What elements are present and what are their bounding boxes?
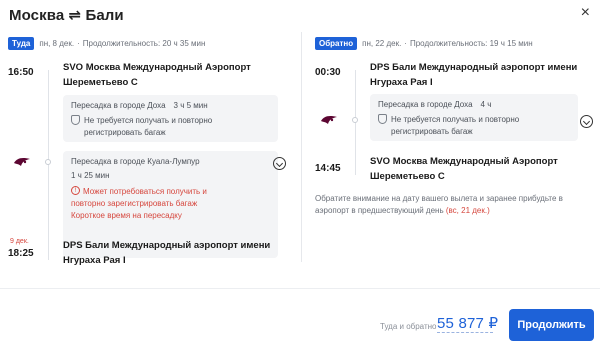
qatar-airways-logo-icon: [321, 116, 337, 124]
arrival-date-note: 9 дек.: [10, 238, 29, 245]
baggage-warning-line1: Может потребоваться получить и: [83, 187, 207, 196]
baggage-info-row2: регистрировать багаж: [71, 127, 270, 139]
return-depart-time: 00:30: [315, 67, 341, 78]
return-baggage-info-row: Не требуется получать и повторно: [378, 114, 570, 126]
shield-icon: [71, 115, 80, 125]
route-title: Москва ⇌ Бали: [9, 7, 124, 24]
return-baggage-info-row2: регистрировать багаж: [378, 126, 570, 138]
transfer-kl-duration-row: 1 ч 25 мин: [71, 170, 270, 182]
outbound-pane: Туда пн, 8 дек. · Продолжительность: 20 …: [0, 30, 301, 266]
outbound-arrive-time: 18:25: [8, 248, 34, 259]
separator-dot: ·: [77, 38, 80, 48]
expand-chevron-icon[interactable]: [580, 115, 593, 128]
qatar-airways-logo-icon: [14, 158, 30, 166]
return-arrive-airport-line2: Шереметьево С: [370, 171, 445, 182]
return-duration: Продолжительность: 19 ч 15 мин: [409, 38, 533, 48]
return-depart-airport: DPS Бали Международный аэропорт имени Нг…: [370, 60, 577, 90]
short-transfer-row: Короткое время на пересадку: [71, 210, 270, 222]
outbound-arrive-airport-line2: Нгураха Рая I: [63, 255, 126, 266]
outbound-date: пн, 8 дек.: [39, 38, 75, 48]
outbound-depart-time: 16:50: [8, 67, 34, 78]
return-transfer-doha-duration: 4 ч: [480, 100, 492, 109]
departure-date-notice: Обратите внимание на дату вашего вылета …: [315, 193, 563, 217]
separator-dot: ·: [404, 38, 407, 48]
outbound-arrive-airport: DPS Бали Международный аэропорт имени Нг…: [63, 238, 270, 268]
transfer-kl-title-row: Пересадка в городе Куала-Лумпур: [71, 156, 270, 168]
notice-line2-wrap: аэропорт в предшествующий день (вс, 21 д…: [315, 205, 563, 217]
transfer-doha-box: Пересадка в городе Доха 3 ч 5 мин Не тре…: [63, 95, 278, 142]
price-label: Туда и обратно: [380, 322, 437, 331]
baggage-warning-row2: повторно зарегистрировать багаж: [71, 198, 270, 210]
return-arrive-time: 14:45: [315, 163, 341, 174]
outbound-badge: Туда: [8, 36, 35, 50]
return-badge: Обратно: [315, 36, 358, 50]
close-icon[interactable]: ×: [581, 5, 590, 21]
transfer-doha-title: Пересадка в городе Доха: [71, 101, 166, 110]
booking-footer: Туда и обратно 55 877 ₽ Продолжить: [0, 288, 600, 344]
baggage-warning-row: ! Может потребоваться получить и: [71, 186, 270, 198]
return-summary: Обратно пн, 22 дек. · Продолжительность:…: [315, 36, 533, 50]
warning-icon: !: [71, 186, 80, 195]
return-arrive-airport: SVO Москва Международный Аэропорт Шереме…: [370, 154, 558, 184]
baggage-info-line1: Не требуется получать и повторно: [84, 116, 213, 125]
transfer-kl-title: Пересадка в городе Куала-Лумпур: [71, 157, 200, 166]
notice-line2: аэропорт в предшествующий день: [315, 206, 444, 215]
return-depart-airport-line2: Нгураха Рая I: [370, 77, 433, 88]
expand-chevron-icon[interactable]: [273, 157, 286, 170]
continue-button[interactable]: Продолжить: [509, 309, 594, 341]
modal-header: Москва ⇌ Бали ×: [0, 0, 600, 30]
stop-marker: [45, 159, 51, 165]
transfer-doha-row: Пересадка в городе Доха 3 ч 5 мин: [71, 100, 270, 112]
total-price[interactable]: 55 877 ₽: [437, 314, 498, 332]
return-baggage-info-line2: регистрировать багаж: [391, 127, 473, 136]
outbound-summary: Туда пн, 8 дек. · Продолжительность: 20 …: [8, 36, 205, 50]
transfer-doha-duration: 3 ч 5 мин: [173, 101, 208, 110]
baggage-info-row: Не требуется получать и повторно: [71, 115, 270, 127]
outbound-depart-airport-line2: Шереметьево С: [63, 77, 138, 88]
return-pane: Обратно пн, 22 дек. · Продолжительность:…: [302, 30, 600, 266]
outbound-arrive-airport-line1: DPS Бали Международный аэропорт имени: [63, 240, 271, 251]
price-underline: [437, 332, 493, 333]
return-baggage-info-line1: Не требуется получать и повторно: [391, 115, 520, 124]
return-transfer-doha-row: Пересадка в городе Доха 4 ч: [378, 99, 570, 111]
transfer-kl-duration: 1 ч 25 мин: [71, 171, 110, 180]
return-arrive-airport-line1: SVO Москва Международный Аэропорт: [370, 156, 558, 167]
outbound-depart-airport: SVO Москва Международный Аэропорт Шереме…: [63, 60, 251, 90]
notice-date: (вс, 21 дек.): [445, 206, 490, 215]
return-transfer-doha-box: Пересадка в городе Доха 4 ч Не требуется…: [370, 94, 578, 141]
return-depart-airport-line1: DPS Бали Международный аэропорт имени: [370, 62, 578, 73]
return-date: пн, 22 дек.: [362, 38, 402, 48]
short-transfer-warning: Короткое время на пересадку: [71, 211, 182, 220]
baggage-info-line2: регистрировать багаж: [84, 128, 166, 137]
return-transfer-doha-title: Пересадка в городе Доха: [378, 100, 473, 109]
stop-marker: [352, 117, 358, 123]
timeline-rail: [48, 70, 49, 260]
outbound-depart-airport-line1: SVO Москва Международный Аэропорт: [63, 62, 251, 73]
notice-line1: Обратите внимание на дату вашего вылета …: [315, 194, 563, 203]
baggage-warning-line2: повторно зарегистрировать багаж: [71, 199, 198, 208]
outbound-duration: Продолжительность: 20 ч 35 мин: [82, 38, 206, 48]
shield-icon: [378, 114, 387, 124]
